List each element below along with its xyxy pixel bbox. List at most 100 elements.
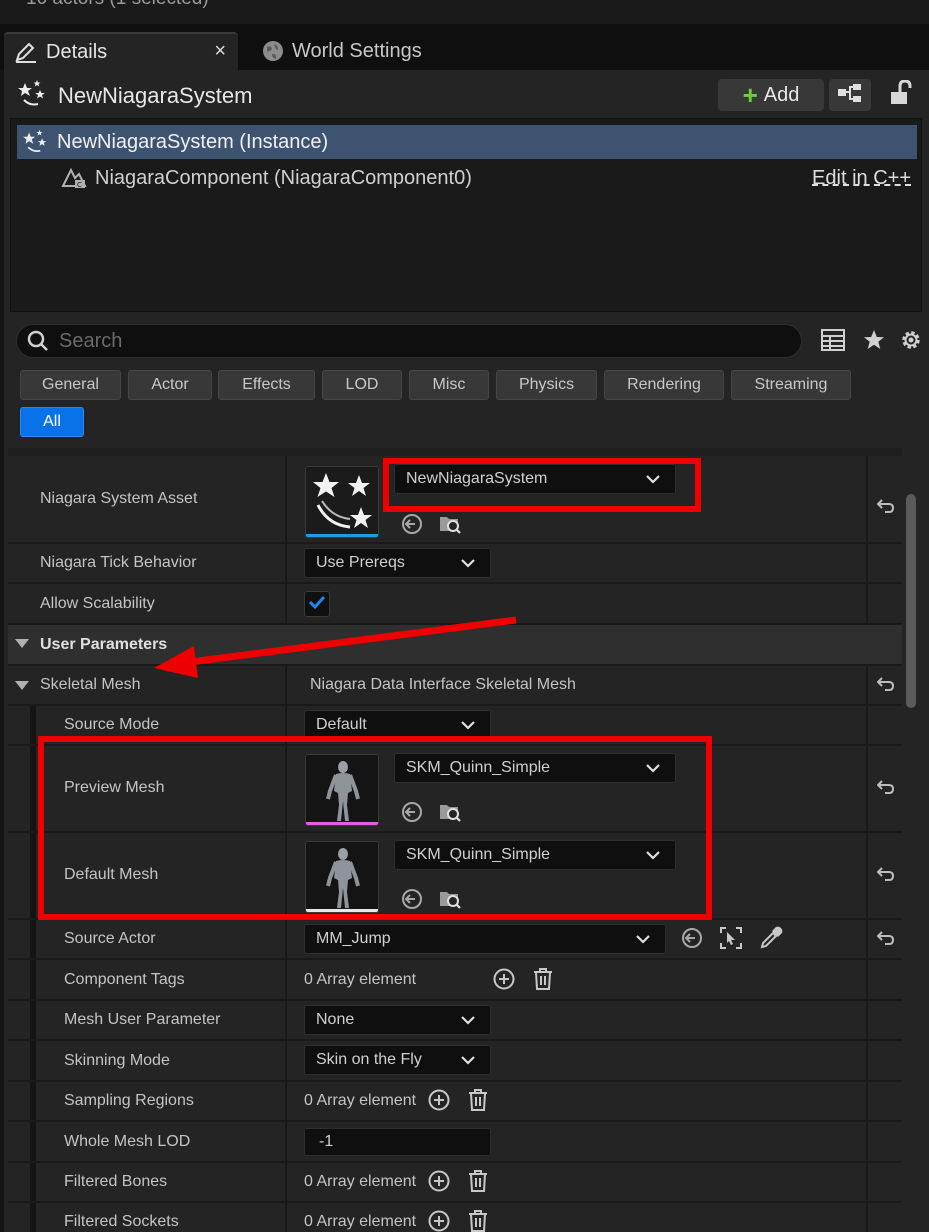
reset-to-default-button[interactable] xyxy=(876,779,896,799)
column-divider xyxy=(866,833,868,918)
lock-button[interactable] xyxy=(884,78,916,111)
array-count-text: 0 Array element xyxy=(304,1092,417,1109)
property-row-preview-mesh: Preview Mesh SKM_Quinn_Simple xyxy=(8,746,902,833)
tick-behavior-combo[interactable]: Use Prereqs xyxy=(304,548,491,578)
use-selected-actor-button[interactable] xyxy=(680,927,704,952)
filter-all[interactable]: All xyxy=(20,407,84,437)
use-selected-asset-button[interactable] xyxy=(400,888,424,913)
blueprint-button[interactable] xyxy=(829,79,871,111)
property-row-source-mode: Source Mode Default xyxy=(8,706,902,746)
combo-value: SKM_Quinn_Simple xyxy=(406,846,551,863)
add-element-button[interactable] xyxy=(492,968,516,993)
filter-general[interactable]: General xyxy=(20,370,121,400)
eyedropper-button[interactable] xyxy=(759,926,783,952)
property-label: Component Tags xyxy=(64,971,185,988)
tab-world-settings[interactable]: World Settings xyxy=(252,32,422,70)
tree-row-instance[interactable]: NewNiagaraSystem (Instance) xyxy=(17,125,917,159)
array-count-text: 0 Array element xyxy=(304,1173,417,1190)
undo-arrow-icon xyxy=(876,779,895,800)
add-element-button[interactable] xyxy=(427,1089,451,1114)
triangle-down-icon xyxy=(14,637,30,655)
reset-to-default-button[interactable] xyxy=(876,930,896,950)
property-matrix-button[interactable] xyxy=(819,328,847,356)
favorites-button[interactable] xyxy=(860,328,888,356)
filter-lod[interactable]: LOD xyxy=(322,370,402,400)
add-element-button[interactable] xyxy=(427,1210,451,1232)
use-selected-asset-button[interactable] xyxy=(400,513,424,538)
preview-mesh-combo[interactable]: SKM_Quinn_Simple xyxy=(394,753,676,783)
reset-to-default-button[interactable] xyxy=(876,676,896,696)
chevron-down-icon xyxy=(645,847,661,868)
column-divider xyxy=(285,833,287,918)
niagara-system-icon xyxy=(18,79,48,113)
column-divider xyxy=(285,456,287,542)
browse-asset-button[interactable] xyxy=(438,889,462,913)
vertical-scrollbar[interactable] xyxy=(906,494,916,708)
chevron-down-icon xyxy=(460,555,476,576)
add-element-button[interactable] xyxy=(427,1170,451,1195)
tab-bar: Details × World Settings xyxy=(0,24,929,70)
property-label: Default Mesh xyxy=(64,866,159,883)
source-mode-combo[interactable]: Default xyxy=(304,710,491,740)
asset-type-bar xyxy=(306,534,378,537)
column-divider xyxy=(285,1122,287,1161)
close-tab-icon[interactable]: × xyxy=(214,40,226,63)
clear-elements-button[interactable] xyxy=(466,1209,490,1232)
default-mesh-combo[interactable]: SKM_Quinn_Simple xyxy=(394,840,676,870)
component-tree: NewNiagaraSystem (Instance) C NiagaraCom… xyxy=(10,118,922,312)
settings-button[interactable] xyxy=(897,328,925,356)
mesh-thumbnail[interactable] xyxy=(305,754,379,826)
search-input[interactable] xyxy=(59,329,759,353)
mesh-user-parameter-combo[interactable]: None xyxy=(304,1005,491,1035)
unlock-icon xyxy=(888,78,912,111)
filter-physics[interactable]: Physics xyxy=(496,370,597,400)
tree-row-component[interactable]: C NiagaraComponent (NiagaraComponent0) E… xyxy=(17,161,917,195)
property-label: Filtered Sockets xyxy=(64,1213,179,1230)
clear-elements-button[interactable] xyxy=(531,967,555,993)
edit-in-cpp-link[interactable]: Edit in C++ xyxy=(812,167,911,190)
add-component-button[interactable]: + Add xyxy=(718,79,824,111)
trash-icon xyxy=(467,1088,489,1116)
mesh-thumbnail[interactable] xyxy=(305,841,379,913)
property-label: Allow Scalability xyxy=(40,595,155,612)
pencil-icon xyxy=(14,41,38,63)
property-label: Preview Mesh xyxy=(64,779,165,796)
browse-asset-button[interactable] xyxy=(438,514,462,538)
filter-rendering[interactable]: Rendering xyxy=(604,370,724,400)
column-divider xyxy=(285,960,287,999)
actor-header: NewNiagaraSystem xyxy=(18,79,253,113)
skinning-mode-combo[interactable]: Skin on the Fly xyxy=(304,1045,491,1075)
whole-mesh-lod-input[interactable]: -1 xyxy=(304,1128,491,1156)
tab-details[interactable]: Details × xyxy=(4,32,238,70)
property-label: Niagara Tick Behavior xyxy=(40,554,197,571)
asset-thumbnail[interactable] xyxy=(305,466,379,538)
niagara-component-icon: C xyxy=(61,166,87,190)
column-divider xyxy=(866,544,868,582)
reset-to-default-button[interactable] xyxy=(876,866,896,886)
source-actor-combo[interactable]: MM_Jump xyxy=(304,924,666,954)
indent-guide xyxy=(30,1082,36,1120)
chevron-down-icon xyxy=(645,471,661,492)
niagara-system-combo[interactable]: NewNiagaraSystem xyxy=(394,464,676,494)
actor-title: NewNiagaraSystem xyxy=(58,83,253,108)
array-count-text: 0 Array element xyxy=(304,1213,417,1230)
filter-effects[interactable]: Effects xyxy=(218,370,315,400)
clear-elements-button[interactable] xyxy=(466,1169,490,1195)
annotation-arrow xyxy=(154,616,517,678)
trash-icon xyxy=(467,1209,489,1232)
pick-actor-button[interactable] xyxy=(719,926,743,952)
tab-details-label: Details xyxy=(46,40,108,63)
use-selected-asset-button[interactable] xyxy=(400,801,424,826)
chevron-down-icon xyxy=(460,1012,476,1033)
filter-streaming[interactable]: Streaming xyxy=(731,370,851,400)
triangle-down-icon xyxy=(14,679,30,697)
column-divider xyxy=(285,1203,287,1232)
chevron-down-icon xyxy=(645,760,661,781)
column-divider xyxy=(866,584,868,623)
filter-misc[interactable]: Misc xyxy=(409,370,489,400)
clear-elements-button[interactable] xyxy=(466,1088,490,1116)
filter-actor[interactable]: Actor xyxy=(128,370,212,400)
reset-to-default-button[interactable] xyxy=(876,498,896,518)
asset-type-bar xyxy=(306,909,378,912)
browse-asset-button[interactable] xyxy=(438,802,462,826)
